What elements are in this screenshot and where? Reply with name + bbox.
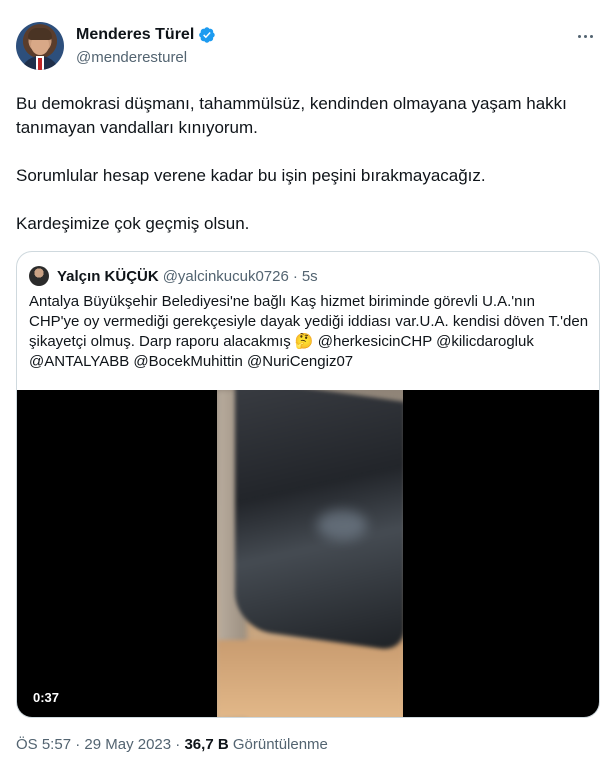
- video-thumbnail: [217, 390, 403, 717]
- separator: ·: [292, 267, 298, 285]
- verified-badge-icon: [199, 27, 215, 43]
- quoted-tweet[interactable]: Yalçın KÜÇÜK @yalcinkucuk0726 · 5s Antal…: [16, 251, 600, 718]
- tweet-time[interactable]: ÖS 5:57: [16, 736, 71, 753]
- separator: ·: [75, 736, 81, 753]
- author-handle[interactable]: @menderesturel: [76, 49, 187, 66]
- tweet-meta: ÖS 5:57 · 29 May 2023 · 36,7 B Görüntüle…: [16, 736, 328, 753]
- tweet-paragraph: Sorumlular hesap verene kadar bu işin pe…: [16, 166, 486, 185]
- tweet-header: Menderes Türel @menderesturel: [16, 20, 600, 76]
- quoted-author-name: Yalçın KÜÇÜK: [57, 267, 159, 285]
- tweet-paragraph: Kardeşimize çok geçmiş olsun.: [16, 214, 250, 233]
- quoted-tweet-text: Antalya Büyükşehir Belediyesi'ne bağlı K…: [29, 293, 589, 370]
- separator: ·: [175, 736, 181, 753]
- quoted-author-avatar: [29, 266, 49, 286]
- views-count: 36,7 B: [184, 736, 229, 753]
- views-label: Görüntülenme: [232, 736, 328, 753]
- author-name[interactable]: Menderes Türel: [76, 26, 194, 44]
- tweet-date[interactable]: 29 May 2023: [84, 736, 171, 753]
- quoted-tweet-header: Yalçın KÜÇÜK @yalcinkucuk0726 · 5s: [29, 266, 318, 286]
- quoted-author-handle: @yalcinkucuk0726: [162, 267, 289, 285]
- author-avatar[interactable]: [16, 22, 64, 70]
- author-name-row: Menderes Türel: [76, 26, 216, 44]
- quoted-tweet-time: 5s: [301, 267, 318, 285]
- video-player[interactable]: 0:37: [17, 390, 599, 717]
- video-duration-badge: 0:37: [29, 689, 64, 706]
- tweet-paragraph: Bu demokrasi düşmanı, tahammülsüz, kendi…: [16, 94, 567, 137]
- more-horizontal-icon[interactable]: [570, 24, 600, 48]
- tweet-text: Bu demokrasi düşmanı, tahammülsüz, kendi…: [16, 92, 600, 260]
